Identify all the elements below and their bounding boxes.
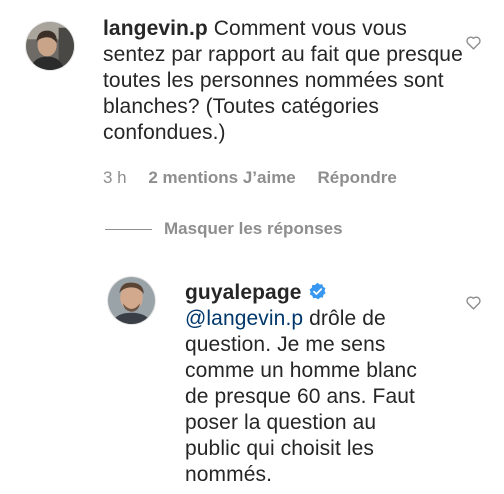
comment-reply-button[interactable]: Répondre: [318, 168, 397, 187]
hide-replies-label: Masquer les réponses: [164, 219, 343, 238]
comment-meta: 3 h 2 mentions J’aime Répondre: [103, 168, 414, 188]
reply-text: drôle de question. Je me sens comme un h…: [185, 307, 417, 486]
comment-time: 3 h: [103, 168, 127, 187]
reply-username[interactable]: guyalepage: [185, 281, 302, 304]
commenter-avatar[interactable]: [25, 21, 75, 71]
hide-replies-toggle[interactable]: Masquer les réponses: [105, 218, 343, 240]
commenter-avatar-image: [26, 22, 74, 70]
reply-author-avatar-image: [108, 277, 155, 324]
reply-like-button[interactable]: [465, 294, 482, 311]
reply-author-avatar[interactable]: [107, 276, 156, 325]
reply-body: guyalepage @langevin.p drôle de question…: [185, 280, 420, 488]
comment-like-button[interactable]: [465, 34, 482, 51]
reply-mention-link[interactable]: @langevin.p: [185, 307, 303, 330]
verified-badge-icon: [308, 282, 327, 301]
commenter-username[interactable]: langevin.p: [103, 17, 208, 40]
heart-outline-icon: [466, 36, 481, 50]
heart-outline-icon: [466, 296, 481, 310]
comment-likes-link[interactable]: 2 mentions J’aime: [148, 168, 295, 187]
replies-divider-line: [105, 228, 152, 230]
comment-body: langevin.p Comment vous vous sentez par …: [103, 16, 463, 146]
